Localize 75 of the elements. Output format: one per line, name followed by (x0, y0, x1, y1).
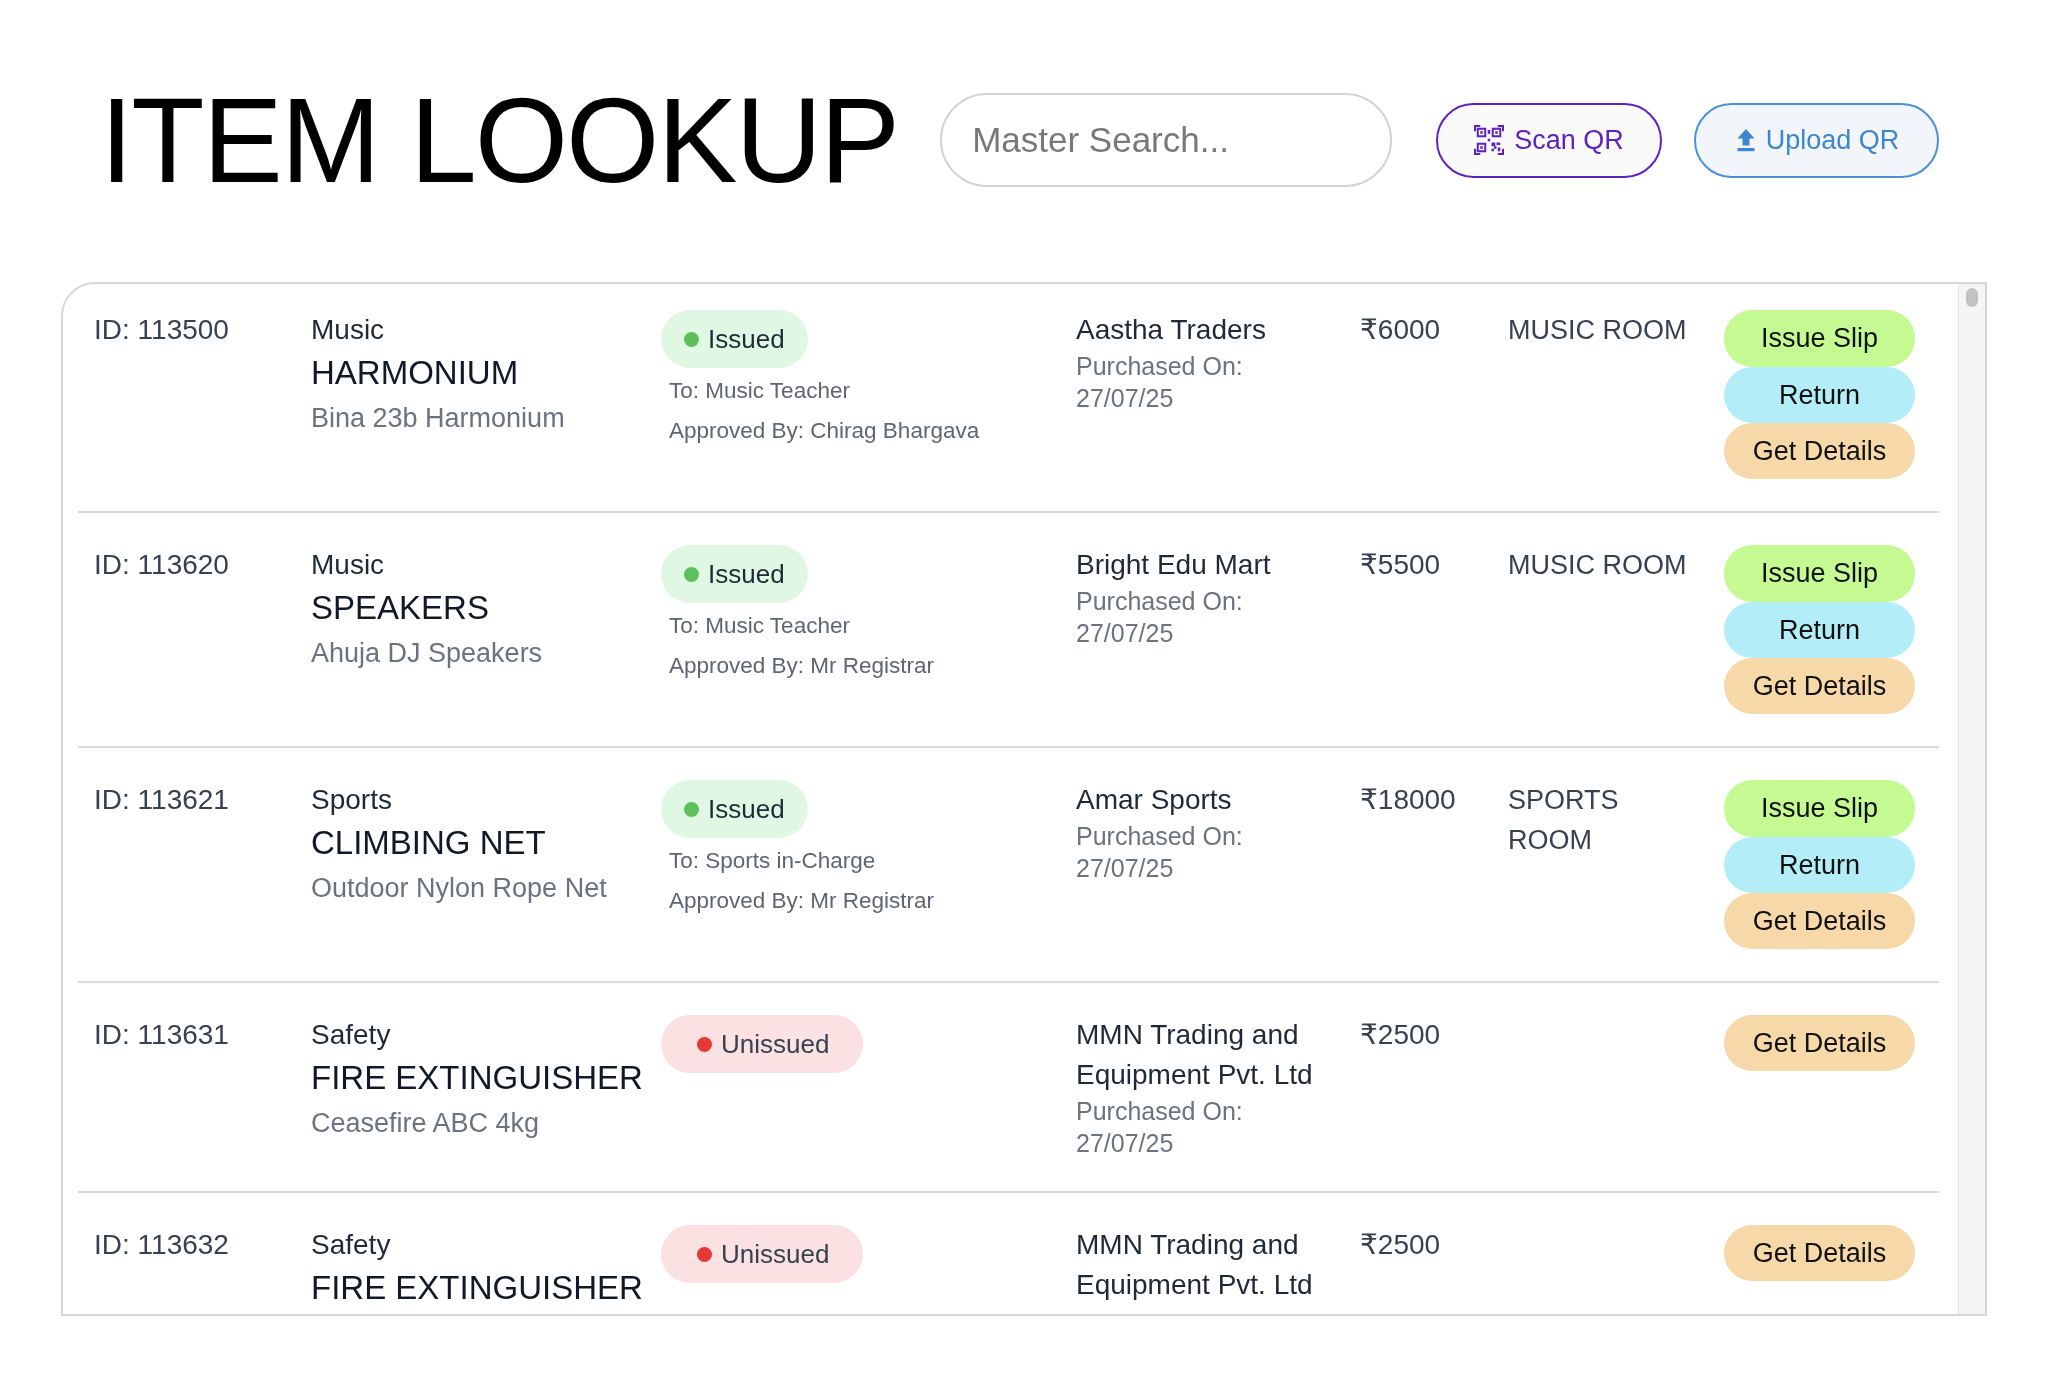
item-name: CLIMBING NET (311, 823, 546, 863)
vendor-name: MMN Trading and Equipment Pvt. Ltd (1076, 1018, 1314, 1092)
item-price: ₹2500 (1360, 1228, 1441, 1262)
status-label: Issued (708, 326, 785, 352)
details-button[interactable]: Get Details (1724, 423, 1915, 479)
approved-by-text: Approved By: Mr Registrar (669, 887, 935, 915)
search-field[interactable]: Master Search... (940, 93, 1393, 187)
issue-slip-button[interactable]: Issue Slip (1724, 545, 1915, 602)
return-button[interactable]: Return (1724, 837, 1915, 893)
return-button[interactable]: Return (1724, 367, 1915, 423)
item-location: MUSIC ROOM (1508, 314, 1687, 347)
return-button[interactable]: Return (1724, 602, 1915, 658)
scan-qr-button[interactable]: Scan QR (1436, 102, 1662, 178)
purchase-date: 27/07/25 (1076, 853, 1174, 884)
issued-to-text: To: Music Teacher (669, 377, 850, 405)
status-dot-icon (697, 1246, 712, 1262)
purchased-on-label: Purchased On: (1076, 586, 1243, 617)
item-name: SPEAKERS (311, 588, 489, 628)
scrollbar-track[interactable] (1958, 284, 1985, 1314)
purchased-on-label: Purchased On: (1076, 351, 1243, 382)
upload-qr-button[interactable]: Upload QR (1693, 102, 1940, 178)
page-title: ITEM LOOKUP (100, 80, 899, 200)
item-name: FIRE EXTINGUISHER (311, 1268, 643, 1308)
purchased-on-label: Purchased On: (1076, 1096, 1243, 1127)
vendor-name: Amar Sports (1076, 783, 1232, 817)
item-price: ₹18000 (1360, 783, 1456, 817)
details-button[interactable]: Get Details (1724, 1225, 1915, 1281)
details-button[interactable]: Get Details (1724, 893, 1915, 949)
item-model: Ceasefire ABC 4kg (311, 1107, 540, 1140)
qr-code-icon (1474, 125, 1505, 155)
item-id: ID: 113621 (94, 783, 229, 817)
item-id: ID: 113620 (94, 548, 229, 582)
status-dot-icon (684, 566, 699, 582)
purchase-date: 27/07/25 (1076, 618, 1174, 649)
item-price: ₹2500 (1360, 1018, 1441, 1052)
status-dot-icon (684, 801, 699, 817)
item-id: ID: 113631 (94, 1018, 229, 1052)
upload-icon (1735, 128, 1756, 152)
item-name: FIRE EXTINGUISHER (311, 1058, 643, 1098)
status-label: Unissued (721, 1241, 830, 1267)
item-category: Safety (311, 1018, 391, 1052)
vendor-name: Bright Edu Mart (1076, 548, 1271, 582)
item-id: ID: 113500 (94, 313, 229, 347)
issued-to-text: To: Sports in-Charge (669, 847, 876, 875)
issue-slip-button[interactable]: Issue Slip (1724, 780, 1915, 837)
status-label: Issued (708, 796, 785, 822)
item-category: Music (311, 313, 385, 347)
status-label: Unissued (721, 1031, 830, 1057)
item-model: Outdoor Nylon Rope Net (311, 872, 607, 905)
item-id: ID: 113632 (94, 1228, 229, 1262)
issued-to-text: To: Music Teacher (669, 612, 850, 640)
status-label: Issued (708, 561, 785, 587)
item-price: ₹5500 (1360, 548, 1441, 582)
item-category: Sports (311, 783, 392, 817)
approved-by-text: Approved By: Mr Registrar (669, 652, 935, 680)
purchase-date: 27/07/25 (1076, 1128, 1174, 1159)
vendor-name: MMN Trading and Equipment Pvt. Ltd (1076, 1228, 1314, 1302)
item-price: ₹6000 (1360, 313, 1441, 347)
item-location: SPORTS ROOM (1508, 784, 1620, 857)
item-category: Safety (311, 1228, 391, 1262)
scrollbar-thumb[interactable] (1966, 288, 1978, 307)
purchase-date: 27/07/25 (1076, 383, 1174, 414)
purchased-on-label: Purchased On: (1076, 821, 1243, 852)
details-button[interactable]: Get Details (1724, 1015, 1915, 1071)
item-name: HARMONIUM (311, 353, 519, 393)
vendor-name: Aastha Traders (1076, 313, 1266, 347)
approved-by-text: Approved By: Chirag Bhargava (669, 417, 980, 445)
status-dot-icon (697, 1036, 712, 1052)
details-button[interactable]: Get Details (1724, 658, 1915, 714)
item-location: MUSIC ROOM (1508, 549, 1687, 582)
status-dot-icon (684, 331, 699, 347)
item-category: Music (311, 548, 385, 582)
item-model: Ahuja DJ Speakers (311, 637, 543, 670)
item-model: Bina 23b Harmonium (311, 402, 565, 435)
issue-slip-button[interactable]: Issue Slip (1724, 310, 1915, 367)
